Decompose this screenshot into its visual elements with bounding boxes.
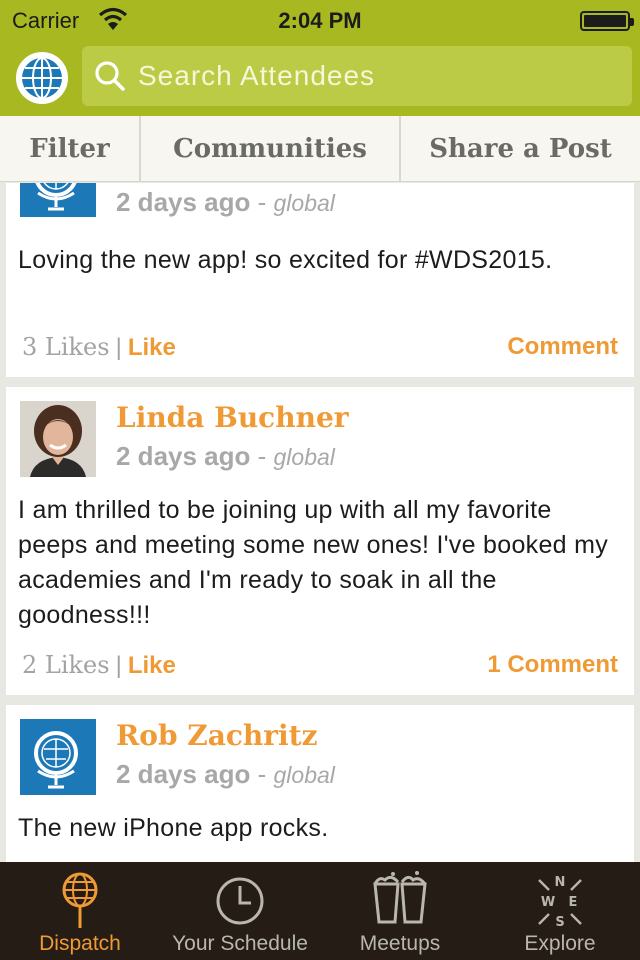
dispatch-feed[interactable]: 2 days ago - global Loving the new app! … — [0, 183, 640, 862]
time-ago: 2 days ago — [116, 441, 251, 471]
tab-label: Your Schedule — [172, 932, 308, 955]
communities-button[interactable]: Communities — [141, 116, 401, 182]
avatar[interactable] — [20, 183, 96, 217]
post-scope[interactable]: global — [274, 190, 335, 216]
globe-logo-icon — [20, 719, 96, 795]
meta-separator: - — [250, 187, 274, 217]
post-actions: 3 Likes | Like Comment — [22, 333, 618, 362]
clock-time: 2:04 PM — [278, 8, 362, 33]
tab-your-schedule[interactable]: Your Schedule — [160, 862, 320, 960]
post-body: Loving the new app! so excited for #WDS2… — [18, 246, 553, 274]
tab-meetups[interactable]: Meetups — [320, 862, 480, 960]
avatar[interactable] — [20, 719, 96, 795]
tab-label: Meetups — [359, 932, 441, 955]
meta-separator: - — [250, 441, 274, 471]
tab-label: Dispatch — [39, 932, 121, 955]
author-name[interactable]: Rob Zachritz — [116, 719, 317, 752]
tab-bar: Dispatch Your Schedule Meetups N W E S E… — [0, 862, 640, 960]
tab-dispatch[interactable]: Dispatch — [0, 862, 160, 960]
compass-letter-w: W — [541, 895, 555, 910]
post-scope[interactable]: global — [274, 762, 335, 788]
divider: | — [115, 334, 122, 361]
post-body: The new iPhone app rocks. — [18, 814, 329, 842]
likes-count: 3 Likes — [22, 333, 110, 361]
post-body: I am thrilled to be joining up with all … — [18, 496, 609, 629]
post-actions: 2 Likes | Like 1 Comment — [22, 651, 618, 680]
post-card: 2 days ago - global Loving the new app! … — [6, 183, 634, 377]
avatar[interactable] — [20, 401, 96, 477]
share-post-button[interactable]: Share a Post — [401, 116, 640, 182]
comment-button[interactable]: 1 Comment — [487, 651, 618, 679]
cups-icon — [373, 871, 427, 924]
clock-icon — [216, 877, 264, 925]
globe-menu-button[interactable] — [16, 52, 68, 104]
meta-separator: - — [250, 759, 274, 789]
filter-button[interactable]: Filter — [0, 116, 141, 182]
tab-explore[interactable]: N W E S Explore — [480, 862, 640, 960]
time-ago: 2 days ago — [116, 759, 251, 789]
time-ago: 2 days ago — [116, 187, 251, 217]
top-header: Carrier 2:04 PM — [0, 0, 640, 116]
search-icon — [95, 61, 125, 91]
post-meta: 2 days ago - global — [116, 441, 335, 472]
dispatch-icon — [62, 872, 98, 928]
compass-letter-n: N — [555, 875, 566, 890]
post-scope[interactable]: global — [274, 444, 335, 470]
divider: | — [115, 652, 122, 679]
search-input[interactable] — [138, 54, 618, 98]
user-photo — [20, 401, 96, 477]
globe-logo-icon — [20, 183, 96, 217]
search-bar[interactable] — [82, 46, 632, 106]
compass-letter-s: S — [555, 915, 564, 930]
segmented-control: Filter Communities Share a Post — [0, 116, 640, 182]
likes-count: 2 Likes — [22, 651, 110, 679]
globe-icon — [22, 57, 62, 99]
post-meta: 2 days ago - global — [116, 759, 335, 790]
like-button[interactable]: Like — [128, 334, 176, 361]
comment-button[interactable]: Comment — [507, 333, 618, 361]
compass-letter-e: E — [569, 895, 578, 910]
post-card: Rob Zachritz 2 days ago - global The new… — [6, 705, 634, 862]
battery-icon — [580, 11, 634, 31]
author-name[interactable]: Linda Buchner — [116, 401, 349, 434]
tab-label: Explore — [524, 932, 596, 955]
like-button[interactable]: Like — [128, 652, 176, 679]
post-card: Linda Buchner 2 days ago - global I am t… — [6, 387, 634, 695]
compass-icon: N W E S — [538, 875, 582, 930]
post-meta: 2 days ago - global — [116, 187, 335, 218]
status-bar: Carrier 2:04 PM — [0, 0, 640, 40]
